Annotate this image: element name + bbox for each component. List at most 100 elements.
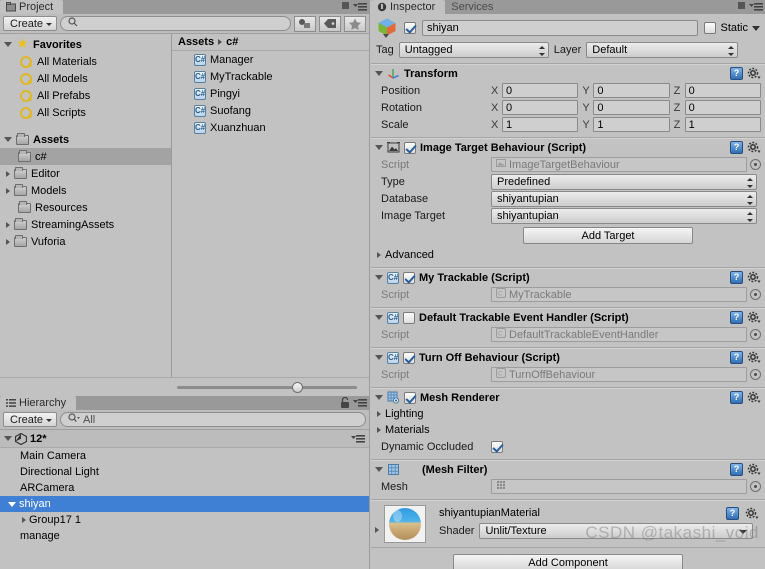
layer-dropdown[interactable]: Default (586, 42, 739, 58)
chevron-right-icon[interactable] (377, 427, 381, 433)
turn-off-script-field[interactable]: C TurnOffBehaviour (491, 367, 761, 382)
image-target-enabled-checkbox[interactable] (404, 141, 416, 154)
hierarchy-search-input[interactable]: All (60, 412, 366, 427)
turn-off-enabled-checkbox[interactable] (403, 351, 415, 364)
tree-item-favorites[interactable]: ★ Favorites (0, 36, 171, 53)
dynamic-occluded-checkbox[interactable] (491, 440, 503, 453)
static-control[interactable]: Static (704, 22, 760, 34)
default-trackable-enabled-checkbox[interactable] (403, 311, 415, 324)
asset-item-mytrackable[interactable]: C# MyTrackable (172, 68, 369, 85)
object-picker-icon[interactable] (750, 329, 761, 340)
inspector-menu-icon[interactable] (749, 2, 763, 12)
mesh-renderer-header[interactable]: Mesh Renderer ? (371, 389, 765, 406)
my-trackable-enabled-checkbox[interactable] (403, 271, 415, 284)
hierarchy-item-shiyan[interactable]: shiyan (0, 496, 369, 512)
tab-hierarchy[interactable]: Hierarchy (0, 396, 77, 410)
hierarchy-create-button[interactable]: Create (3, 412, 58, 427)
tree-item-resources[interactable]: Resources (0, 199, 171, 216)
hierarchy-item-manage[interactable]: manage (0, 528, 369, 544)
tree-item-all-prefabs[interactable]: All Prefabs (0, 87, 171, 104)
chevron-down-icon[interactable] (375, 71, 383, 76)
tree-item-csharp[interactable]: c# (0, 148, 171, 165)
advanced-foldout[interactable]: Advanced (371, 247, 765, 263)
gear-icon[interactable] (747, 67, 761, 80)
transform-header[interactable]: Transform ? (371, 65, 765, 82)
chevron-down-icon[interactable] (752, 25, 760, 31)
project-zoom-slider[interactable] (177, 381, 357, 393)
gear-icon[interactable] (747, 141, 761, 154)
tree-item-all-materials[interactable]: All Materials (0, 53, 171, 70)
gear-icon[interactable] (747, 271, 761, 284)
tree-item-streamingassets[interactable]: StreamingAssets (0, 216, 171, 233)
chevron-right-icon[interactable] (377, 411, 381, 417)
hierarchy-menu-icon[interactable] (353, 398, 367, 408)
scale-z-input[interactable]: 1 (684, 117, 761, 132)
hierarchy-item-main-camera[interactable]: Main Camera (0, 448, 369, 464)
hierarchy-item-directional-light[interactable]: Directional Light (0, 464, 369, 480)
help-icon[interactable]: ? (730, 141, 743, 154)
lock-icon[interactable] (340, 396, 350, 409)
tree-item-all-models[interactable]: All Models (0, 70, 171, 87)
my-trackable-header[interactable]: C# My Trackable (Script) ? (371, 269, 765, 286)
asset-item-manager[interactable]: C# Manager (172, 51, 369, 68)
tree-item-models[interactable]: Models (0, 182, 171, 199)
mesh-renderer-enabled-checkbox[interactable] (404, 391, 416, 404)
add-target-button[interactable]: Add Target (523, 227, 693, 244)
rotation-x-input[interactable]: 0 (502, 100, 579, 115)
image-target-dropdown[interactable]: shiyantupian (491, 207, 757, 224)
database-dropdown[interactable]: shiyantupian (491, 190, 757, 207)
position-y-input[interactable]: 0 (593, 83, 670, 98)
project-search-input[interactable] (60, 16, 291, 31)
breadcrumb-root[interactable]: Assets (178, 36, 214, 48)
static-checkbox[interactable] (704, 22, 717, 34)
material-foldout-chevron-right-icon[interactable] (375, 527, 379, 533)
position-z-input[interactable]: 0 (684, 83, 761, 98)
help-icon[interactable]: ? (730, 351, 743, 364)
gear-icon[interactable] (747, 391, 761, 404)
chevron-down-icon[interactable] (375, 395, 383, 400)
default-trackable-script-field[interactable]: C DefaultTrackableEventHandler (491, 327, 761, 342)
chevron-down-icon[interactable] (4, 436, 12, 441)
hierarchy-item-arcamera[interactable]: ARCamera (0, 480, 369, 496)
position-x-input[interactable]: 0 (502, 83, 579, 98)
chevron-down-icon[interactable] (4, 42, 12, 47)
scene-menu-icon[interactable] (351, 434, 365, 444)
gameobject-enabled-checkbox[interactable] (404, 22, 416, 34)
gear-icon[interactable] (747, 351, 761, 364)
default-trackable-event-handler-header[interactable]: C# Default Trackable Event Handler (Scri… (371, 309, 765, 326)
help-icon[interactable]: ? (730, 311, 743, 324)
mesh-field[interactable] (491, 479, 761, 494)
slider-knob[interactable] (292, 381, 304, 393)
help-icon[interactable]: ? (730, 463, 743, 476)
object-picker-icon[interactable] (750, 289, 761, 300)
asset-item-xuanzhuan[interactable]: C# Xuanzhuan (172, 119, 369, 136)
help-icon[interactable]: ? (730, 67, 743, 80)
rotation-y-input[interactable]: 0 (593, 100, 670, 115)
gameobject-name-input[interactable]: shiyan (422, 20, 699, 36)
hierarchy-scene-row[interactable]: 12* (0, 430, 369, 448)
object-picker-icon[interactable] (750, 369, 761, 380)
chevron-down-icon[interactable] (375, 315, 383, 320)
tag-dropdown[interactable]: Untagged (398, 42, 549, 58)
image-target-header[interactable]: Image Target Behaviour (Script) ? (371, 139, 765, 156)
chevron-right-icon[interactable] (6, 187, 10, 194)
project-menu-icon[interactable] (353, 2, 367, 12)
chevron-right-icon[interactable] (6, 170, 10, 177)
label-filter-icon[interactable] (319, 15, 341, 32)
chevron-down-icon[interactable] (375, 355, 383, 360)
tab-project[interactable]: Project (0, 0, 64, 14)
help-icon[interactable]: ? (726, 507, 739, 520)
add-component-button[interactable]: Add Component (453, 554, 683, 569)
object-picker-icon[interactable] (750, 481, 761, 492)
turn-off-behaviour-header[interactable]: C# Turn Off Behaviour (Script) ? (371, 349, 765, 366)
rotation-z-input[interactable]: 0 (684, 100, 761, 115)
mesh-filter-header[interactable]: (Mesh Filter) ? (371, 461, 765, 478)
asset-item-suofang[interactable]: C# Suofang (172, 102, 369, 119)
scale-y-input[interactable]: 1 (593, 117, 670, 132)
chevron-down-icon[interactable] (375, 145, 383, 150)
gear-icon[interactable] (747, 311, 761, 324)
shader-dropdown[interactable]: Unlit/Texture (479, 523, 753, 539)
shapes-filter-icon[interactable] (294, 15, 316, 32)
image-target-script-field[interactable]: ImageTargetBehaviour (491, 157, 761, 172)
favorite-filter-icon[interactable] (344, 15, 366, 32)
